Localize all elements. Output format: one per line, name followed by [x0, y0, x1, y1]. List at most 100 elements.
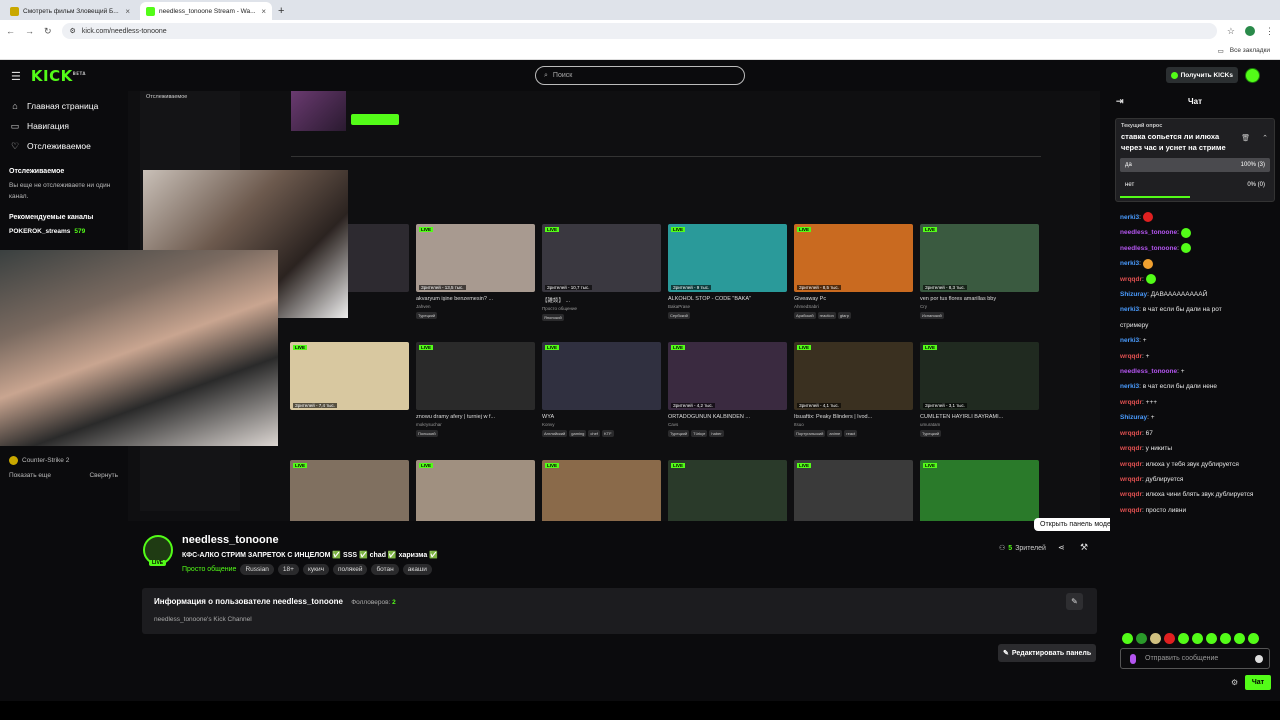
- card-streamer[interactable]: umuratam: [920, 422, 1039, 427]
- stream-card[interactable]: LIVE Зрителей - 10,7 тыс. 【雑談】 ... Прост…: [542, 224, 661, 337]
- stream-card[interactable]: LIVE: [668, 460, 787, 521]
- browser-tab-0[interactable]: Смотреть фильм Зловещий Б... ×: [4, 2, 136, 20]
- chat-message-input[interactable]: Отправить сообщение: [1120, 648, 1270, 669]
- stream-card[interactable]: LIVE Зрителей - 4,2 тыс. ORTADOĞUNUN KAL…: [668, 342, 787, 455]
- stream-card[interactable]: LIVE Зрителей - 4,1 тыс. Itsuaftix: Peak…: [794, 342, 913, 455]
- stream-thumbnail[interactable]: LIVE Зрителей - 8,5 тыс.: [794, 224, 913, 292]
- card-title[interactable]: ven por tus flores amarillas bby: [920, 296, 1039, 302]
- edit-panel-button[interactable]: ✎ Редактировать панель: [998, 644, 1097, 662]
- chat-username[interactable]: nerki3: [1120, 306, 1139, 313]
- sidebar-item-home[interactable]: ⌂ Главная страница: [0, 96, 128, 116]
- stream-thumbnail[interactable]: LIVE Зрителей - 9 тыс.: [668, 224, 787, 292]
- chat-username[interactable]: Shizuray: [1120, 414, 1147, 421]
- chat-username[interactable]: wrqqdr: [1120, 399, 1142, 406]
- stream-thumbnail[interactable]: LIVE: [416, 342, 535, 410]
- stream-thumbnail[interactable]: LIVE Зрителей - 7,4 тыс.: [290, 342, 409, 410]
- emoji-icon[interactable]: [1255, 655, 1263, 663]
- card-streamer[interactable]: AhmedSabri: [794, 304, 913, 309]
- stream-thumbnail[interactable]: LIVE Зрителей - 13,5 тыс.: [416, 224, 535, 292]
- card-streamer[interactable]: mokrysuchar: [416, 422, 535, 427]
- show-more-link[interactable]: Показать еще: [9, 470, 51, 481]
- card-title[interactable]: Itsuaftix: Peaky Blinders | Ivod...: [794, 414, 913, 420]
- quick-emote-icon[interactable]: [1136, 633, 1147, 644]
- channel-name[interactable]: needless_tonoone: [182, 534, 279, 546]
- card-title[interactable]: CÜMLETEN HAYIRLI BAYRAMI...: [920, 414, 1039, 420]
- close-tab-icon[interactable]: ×: [125, 7, 130, 16]
- reload-icon[interactable]: ↻: [44, 26, 52, 37]
- stream-tag[interactable]: ботан: [371, 564, 399, 575]
- stream-tag[interactable]: 18+: [277, 564, 299, 575]
- bookmark-star-icon[interactable]: ☆: [1227, 26, 1235, 37]
- stream-tag[interactable]: акаши: [402, 564, 432, 575]
- stream-card[interactable]: LIVE Зрителей - 8,5 тыс. Giveaway Pc Ahm…: [794, 224, 913, 337]
- user-avatar[interactable]: [1245, 68, 1260, 83]
- stream-thumbnail[interactable]: LIVE: [416, 460, 535, 521]
- quick-emote-icon[interactable]: [1192, 633, 1203, 644]
- kick-logo[interactable]: KICKBETA: [31, 67, 86, 85]
- chat-username[interactable]: wrqqdr: [1120, 461, 1142, 468]
- stream-tag[interactable]: Russian: [240, 564, 274, 575]
- hamburger-menu-icon[interactable]: ☰: [11, 70, 21, 83]
- quick-emote-icon[interactable]: [1220, 633, 1231, 644]
- quick-emote-icon[interactable]: [1234, 633, 1245, 644]
- stream-tag[interactable]: поляке​й: [332, 564, 368, 575]
- chat-username[interactable]: needless_tonoone: [1120, 245, 1177, 252]
- chat-username[interactable]: wrqqdr: [1120, 491, 1142, 498]
- quick-emote-icon[interactable]: [1164, 633, 1175, 644]
- card-streamer[interactable]: Просто общение: [542, 306, 661, 311]
- share-icon[interactable]: ⋖: [1058, 543, 1065, 552]
- chat-username[interactable]: nerki3: [1120, 214, 1139, 221]
- collapse-link[interactable]: Свернуть: [89, 470, 118, 481]
- stream-card[interactable]: LIVE: [542, 460, 661, 521]
- stream-card[interactable]: LIVE Зрителей - 9 тыс. ALKOHOL STOP - CO…: [668, 224, 787, 337]
- stream-card[interactable]: LIVE: [920, 460, 1039, 521]
- moderator-panel-icon[interactable]: ⚒: [1080, 542, 1088, 553]
- chat-username[interactable]: Shizuray: [1120, 291, 1147, 298]
- chat-username[interactable]: wrqqdr: [1120, 430, 1142, 437]
- card-title[interactable]: WYA: [542, 414, 661, 420]
- poll-option-yes[interactable]: да 100% (3): [1120, 158, 1270, 172]
- card-title[interactable]: ORTADOĞUNUN KALBİNDEN ...: [668, 414, 787, 420]
- card-title[interactable]: akvaryum işine benzemesin? ...: [416, 296, 535, 302]
- chat-username[interactable]: wrqqdr: [1120, 276, 1142, 283]
- card-streamer[interactable]: BakaPrase: [668, 304, 787, 309]
- stream-card[interactable]: LIVE Зрителей - 7,4 тыс.: [290, 342, 409, 455]
- chat-username[interactable]: wrqqdr: [1120, 353, 1142, 360]
- card-streamer[interactable]: Cavs: [668, 422, 787, 427]
- stream-card[interactable]: LIVE: [794, 460, 913, 521]
- chevron-up-icon[interactable]: ⌃: [1262, 134, 1268, 142]
- stream-card[interactable]: LIVE WYA Konvy Английский gaming chef KTF: [542, 342, 661, 455]
- menu-dots-icon[interactable]: ⋮: [1265, 26, 1274, 37]
- stream-thumbnail[interactable]: LIVE: [290, 460, 409, 521]
- chat-username[interactable]: needless_tonoone: [1120, 368, 1177, 375]
- edit-about-button[interactable]: ✎: [1066, 593, 1083, 610]
- trash-icon[interactable]: 🗑: [1241, 134, 1250, 142]
- address-bar[interactable]: ⚙ kick.com/needless-tonoone: [61, 23, 1217, 39]
- card-title[interactable]: ALKOHOL STOP - CODE "BAKA": [668, 296, 787, 302]
- all-bookmarks-label[interactable]: Все закладки: [1230, 47, 1270, 54]
- stream-thumbnail[interactable]: LIVE Зрителей - 10,7 тыс.: [542, 224, 661, 292]
- quick-emote-icon[interactable]: [1150, 633, 1161, 644]
- stream-thumbnail[interactable]: LIVE Зрителей - 3,1 тыс.: [920, 342, 1039, 410]
- card-title[interactable]: znowu dramy afery | turniej w f...: [416, 414, 535, 420]
- stream-thumbnail[interactable]: LIVE: [542, 460, 661, 521]
- forward-icon[interactable]: →: [25, 26, 34, 36]
- stream-thumbnail[interactable]: LIVE Зрителей - 8,3 тыс.: [920, 224, 1039, 292]
- quick-emote-icon[interactable]: [1178, 633, 1189, 644]
- browser-tab-1[interactable]: needless_tonoone Stream - Wa... ×: [140, 2, 272, 20]
- chat-username[interactable]: wrqqdr: [1120, 476, 1142, 483]
- stream-thumbnail[interactable]: LIVE: [668, 460, 787, 521]
- card-streamer[interactable]: Jahven: [416, 304, 535, 309]
- card-streamer[interactable]: Cry: [920, 304, 1039, 309]
- close-tab-icon[interactable]: ×: [261, 7, 266, 16]
- recommended-channel-last[interactable]: Counter-Strike 2: [0, 455, 78, 466]
- recommended-channel[interactable]: POKEROK_streams 579: [0, 226, 128, 237]
- stream-category[interactable]: Просто общение: [182, 566, 236, 573]
- quick-emote-icon[interactable]: [1122, 633, 1133, 644]
- chat-username[interactable]: nerki3: [1120, 260, 1139, 267]
- stream-tag[interactable]: кукич: [302, 564, 329, 575]
- chat-username[interactable]: nerki3: [1120, 337, 1139, 344]
- stream-thumbnail[interactable]: LIVE: [794, 460, 913, 521]
- card-streamer[interactable]: Konvy: [542, 422, 661, 427]
- collapse-chat-icon[interactable]: ⇥: [1116, 96, 1124, 107]
